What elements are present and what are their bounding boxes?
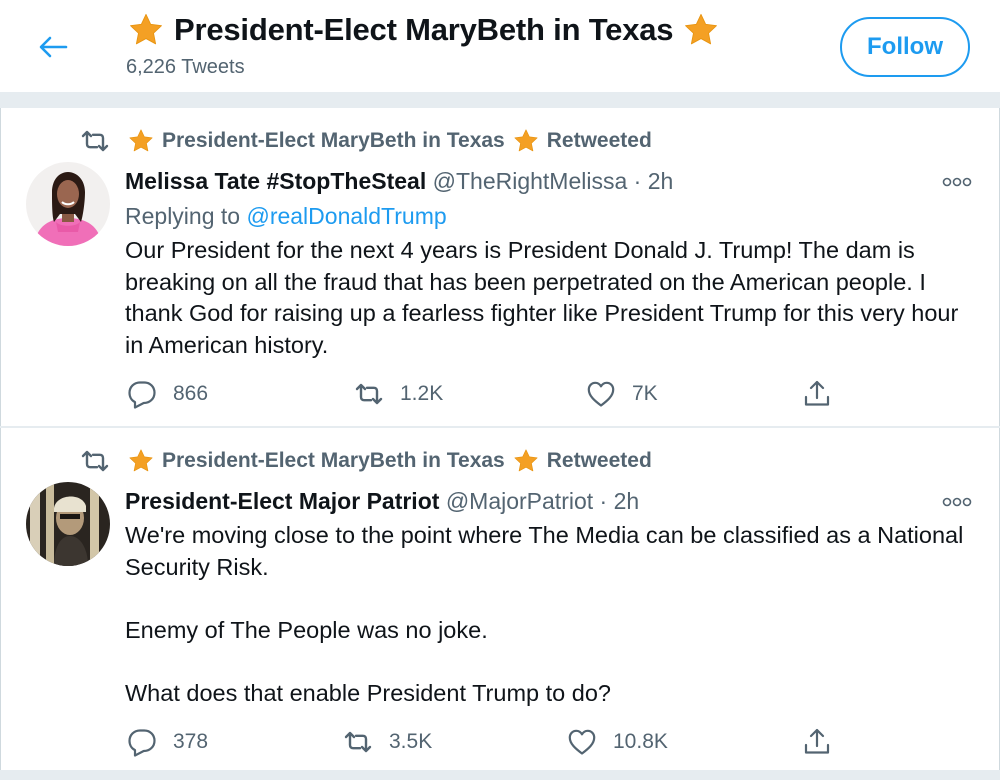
- tweet[interactable]: President-Elect MaryBeth in Texas Retwee…: [0, 108, 1000, 426]
- reply-icon: [127, 379, 157, 409]
- retweet-icon: [80, 450, 110, 472]
- tweet-text: Our President for the next 4 years is Pr…: [125, 235, 965, 361]
- tweet-paragraph: We're moving close to the point where Th…: [125, 522, 964, 580]
- follow-button[interactable]: Follow: [840, 17, 970, 77]
- retweet-button[interactable]: 3.5K: [343, 727, 432, 757]
- page-title: President-Elect MaryBeth in Texas: [174, 12, 674, 47]
- separator-dot: ·: [599, 488, 608, 514]
- back-arrow-icon[interactable]: [36, 30, 70, 64]
- tweet-actions: 378 3.5K 10.8K: [0, 722, 1000, 762]
- like-button[interactable]: 7K: [586, 379, 658, 409]
- tweet-actions: 866 1.2K 7K: [0, 374, 1000, 414]
- retweeted-label: Retweeted: [546, 449, 652, 472]
- tweet[interactable]: President-Elect MaryBeth in Texas Retwee…: [0, 428, 1000, 768]
- timestamp[interactable]: 2h: [648, 168, 674, 194]
- retweeted-label: Retweeted: [546, 129, 652, 152]
- mention-link[interactable]: @realDonaldTrump: [246, 203, 446, 229]
- display-name[interactable]: President-Elect Major Patriot: [125, 488, 439, 514]
- star-emoji-icon: [513, 448, 539, 474]
- profile-header: President-Elect MaryBeth in Texas 6,226 …: [0, 0, 1000, 92]
- display-name[interactable]: Melissa Tate #StopTheSteal: [125, 168, 426, 194]
- retweet-icon: [343, 727, 373, 757]
- tweet-author-row: President-Elect Major Patriot @MajorPatr…: [125, 488, 639, 515]
- replying-to: Replying to @realDonaldTrump: [125, 203, 447, 230]
- star-emoji-icon: [683, 12, 719, 48]
- like-button[interactable]: 10.8K: [567, 727, 668, 757]
- like-count: 7K: [632, 382, 658, 405]
- reply-count: 378: [173, 730, 209, 753]
- user-handle[interactable]: @MajorPatriot: [446, 488, 593, 514]
- avatar[interactable]: [26, 482, 110, 566]
- heart-icon: [567, 727, 597, 757]
- retweet-count: 1.2K: [400, 382, 444, 405]
- star-emoji-icon: [128, 448, 154, 474]
- user-handle[interactable]: @TheRightMelissa: [433, 168, 628, 194]
- like-count: 10.8K: [613, 730, 668, 753]
- share-icon[interactable]: [802, 379, 832, 409]
- retweet-icon: [354, 379, 384, 409]
- timeline-bottom-divider: [0, 770, 1000, 780]
- reply-count: 866: [173, 382, 209, 405]
- tweet-author-row: Melissa Tate #StopTheSteal @TheRightMeli…: [125, 168, 673, 195]
- reply-button[interactable]: 866: [127, 379, 208, 409]
- retweeter-name[interactable]: President-Elect MaryBeth in Texas: [162, 449, 505, 473]
- retweet-button[interactable]: 1.2K: [354, 379, 443, 409]
- more-dots-icon[interactable]: [942, 496, 972, 508]
- timestamp[interactable]: 2h: [614, 488, 640, 514]
- retweet-context: President-Elect MaryBeth in Texas Retwee…: [80, 448, 652, 474]
- tweet-text: We're moving close to the point where Th…: [125, 520, 965, 709]
- reply-button[interactable]: 378: [127, 727, 208, 757]
- star-emoji-icon: [128, 12, 164, 48]
- tweet-paragraph: What does that enable President Trump to…: [125, 679, 611, 706]
- header-divider: [0, 92, 1000, 108]
- separator-dot: ·: [633, 168, 642, 194]
- more-dots-icon[interactable]: [942, 176, 972, 188]
- share-icon[interactable]: [802, 727, 832, 757]
- heart-icon: [586, 379, 616, 409]
- star-emoji-icon: [513, 128, 539, 154]
- tweet-paragraph: Enemy of The People was no joke.: [125, 616, 488, 643]
- tweet-count: 6,226 Tweets: [126, 56, 245, 78]
- retweet-icon: [80, 130, 110, 152]
- reply-icon: [127, 727, 157, 757]
- tweet-paragraph: Our President for the next 4 years is Pr…: [125, 237, 959, 358]
- retweet-context: President-Elect MaryBeth in Texas Retwee…: [80, 128, 652, 154]
- title-row: President-Elect MaryBeth in Texas: [128, 12, 719, 48]
- retweet-count: 3.5K: [389, 730, 433, 753]
- retweeter-name[interactable]: President-Elect MaryBeth in Texas: [162, 129, 505, 153]
- avatar[interactable]: [26, 162, 110, 246]
- star-emoji-icon: [128, 128, 154, 154]
- replying-to-label: Replying to: [125, 203, 241, 229]
